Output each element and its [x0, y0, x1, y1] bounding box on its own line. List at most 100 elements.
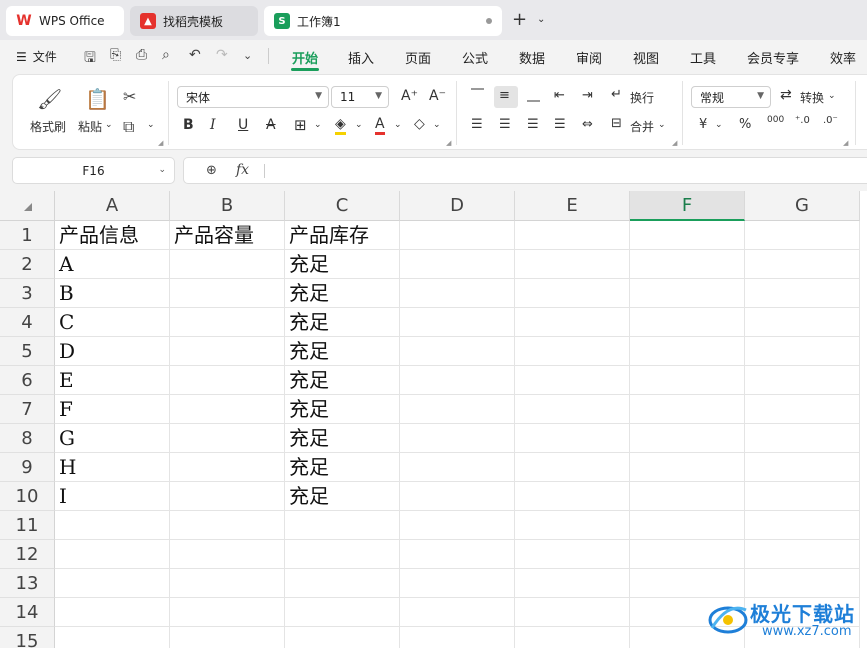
chevron-down-icon[interactable]: ⌄ [537, 14, 545, 25]
percent-icon[interactable]: % [739, 117, 751, 132]
cell-g9[interactable] [745, 453, 860, 482]
column-header-d[interactable]: D [400, 191, 515, 221]
cell-c14[interactable] [285, 598, 400, 627]
cell-f1[interactable] [630, 221, 745, 250]
cell-a3[interactable]: B [55, 279, 170, 308]
menu-efficiency[interactable]: 效率 [830, 48, 856, 67]
format-painter-label[interactable]: 格式刷 [30, 118, 66, 135]
cell-e4[interactable] [515, 308, 630, 337]
row-header-3[interactable]: 3 [0, 279, 55, 308]
cell-b4[interactable] [170, 308, 285, 337]
cell-b9[interactable] [170, 453, 285, 482]
cell-c3[interactable]: 充足 [285, 279, 400, 308]
formula-bar[interactable]: ⊕ fx [183, 157, 867, 184]
cell-b5[interactable] [170, 337, 285, 366]
cell-b13[interactable] [170, 569, 285, 598]
cell-b12[interactable] [170, 540, 285, 569]
cell-e7[interactable] [515, 395, 630, 424]
redo-icon[interactable]: ↷ [216, 47, 228, 63]
menu-data[interactable]: 数据 [519, 48, 545, 67]
cell-a11[interactable] [55, 511, 170, 540]
cell-c1[interactable]: 产品库存 [285, 221, 400, 250]
cell-a4[interactable]: C [55, 308, 170, 337]
menu-tools[interactable]: 工具 [690, 48, 716, 67]
cut-icon[interactable]: ✂ [123, 87, 136, 106]
column-header-e[interactable]: E [515, 191, 630, 221]
cell-f5[interactable] [630, 337, 745, 366]
row-header-7[interactable]: 7 [0, 395, 55, 424]
cell-e12[interactable] [515, 540, 630, 569]
cell-b15[interactable] [170, 627, 285, 648]
cell-a14[interactable] [55, 598, 170, 627]
strikethrough-icon[interactable]: A [266, 117, 276, 133]
cell-b11[interactable] [170, 511, 285, 540]
menu-review[interactable]: 审阅 [576, 48, 602, 67]
cell-e10[interactable] [515, 482, 630, 511]
cell-e1[interactable] [515, 221, 630, 250]
menu-page[interactable]: 页面 [405, 48, 431, 67]
chevron-down-icon[interactable]: ⌄ [658, 120, 666, 130]
merge-cells-icon[interactable]: ⊟ [611, 116, 622, 131]
tab-workbook[interactable]: S 工作簿1 [264, 6, 502, 36]
column-header-b[interactable]: B [170, 191, 285, 221]
chevron-down-icon[interactable]: ⌄ [355, 120, 363, 130]
increase-indent-icon[interactable]: ⇥ [582, 88, 593, 103]
cell-e14[interactable] [515, 598, 630, 627]
tab-wps-office[interactable]: W WPS Office [6, 6, 124, 36]
cell-g11[interactable] [745, 511, 860, 540]
cell-g4[interactable] [745, 308, 860, 337]
cell-g10[interactable] [745, 482, 860, 511]
decrease-font-icon[interactable]: A⁻ [429, 88, 446, 104]
cell-a1[interactable]: 产品信息 [55, 221, 170, 250]
cell-b14[interactable] [170, 598, 285, 627]
number-format-select[interactable]: 常规 ▼ [691, 86, 771, 108]
menu-formula[interactable]: 公式 [462, 48, 488, 67]
cell-g1[interactable] [745, 221, 860, 250]
menu-member[interactable]: 会员专享 [747, 48, 799, 67]
cell-b1[interactable]: 产品容量 [170, 221, 285, 250]
cell-b3[interactable] [170, 279, 285, 308]
cell-c2[interactable]: 充足 [285, 250, 400, 279]
increase-font-icon[interactable]: A⁺ [401, 88, 418, 104]
align-left-icon[interactable]: ☰ [471, 117, 483, 132]
cell-a10[interactable]: I [55, 482, 170, 511]
cell-d10[interactable] [400, 482, 515, 511]
cell-f4[interactable] [630, 308, 745, 337]
cell-a13[interactable] [55, 569, 170, 598]
paste-icon[interactable]: 📋 [85, 87, 110, 111]
select-all-corner[interactable] [0, 191, 55, 221]
cell-c6[interactable]: 充足 [285, 366, 400, 395]
cell-e2[interactable] [515, 250, 630, 279]
chevron-down-icon[interactable]: ⌄ [105, 120, 113, 130]
cell-e5[interactable] [515, 337, 630, 366]
decrease-indent-icon[interactable]: ⇤ [554, 88, 565, 103]
cell-d11[interactable] [400, 511, 515, 540]
dialog-launcher-icon[interactable]: ◢ [446, 139, 451, 147]
cell-g8[interactable] [745, 424, 860, 453]
align-middle-icon[interactable]: ≡ [499, 88, 510, 103]
cell-c7[interactable]: 充足 [285, 395, 400, 424]
cell-d6[interactable] [400, 366, 515, 395]
dialog-launcher-icon[interactable]: ◢ [672, 139, 677, 147]
cell-a9[interactable]: H [55, 453, 170, 482]
row-header-2[interactable]: 2 [0, 250, 55, 279]
row-header-1[interactable]: 1 [0, 221, 55, 250]
cell-f8[interactable] [630, 424, 745, 453]
row-header-12[interactable]: 12 [0, 540, 55, 569]
font-name-select[interactable]: 宋体 ▼ [177, 86, 329, 108]
file-menu[interactable]: ☰ 文件 [16, 48, 57, 65]
cell-c15[interactable] [285, 627, 400, 648]
cell-f9[interactable] [630, 453, 745, 482]
cell-b7[interactable] [170, 395, 285, 424]
chevron-down-icon[interactable]: ⌄ [147, 120, 155, 130]
column-header-c[interactable]: C [285, 191, 400, 221]
print-preview-icon[interactable]: ⌕ [162, 47, 170, 63]
save-icon[interactable]: 🖫 [84, 47, 96, 71]
border-icon[interactable]: ⊞ [294, 116, 307, 134]
convert-icon[interactable]: ⇄ [780, 87, 792, 103]
cell-d3[interactable] [400, 279, 515, 308]
new-tab-plus-icon[interactable]: + [512, 9, 527, 30]
undo-icon[interactable]: ↶ [189, 47, 201, 63]
cell-a8[interactable]: G [55, 424, 170, 453]
italic-icon[interactable]: I [210, 117, 216, 133]
